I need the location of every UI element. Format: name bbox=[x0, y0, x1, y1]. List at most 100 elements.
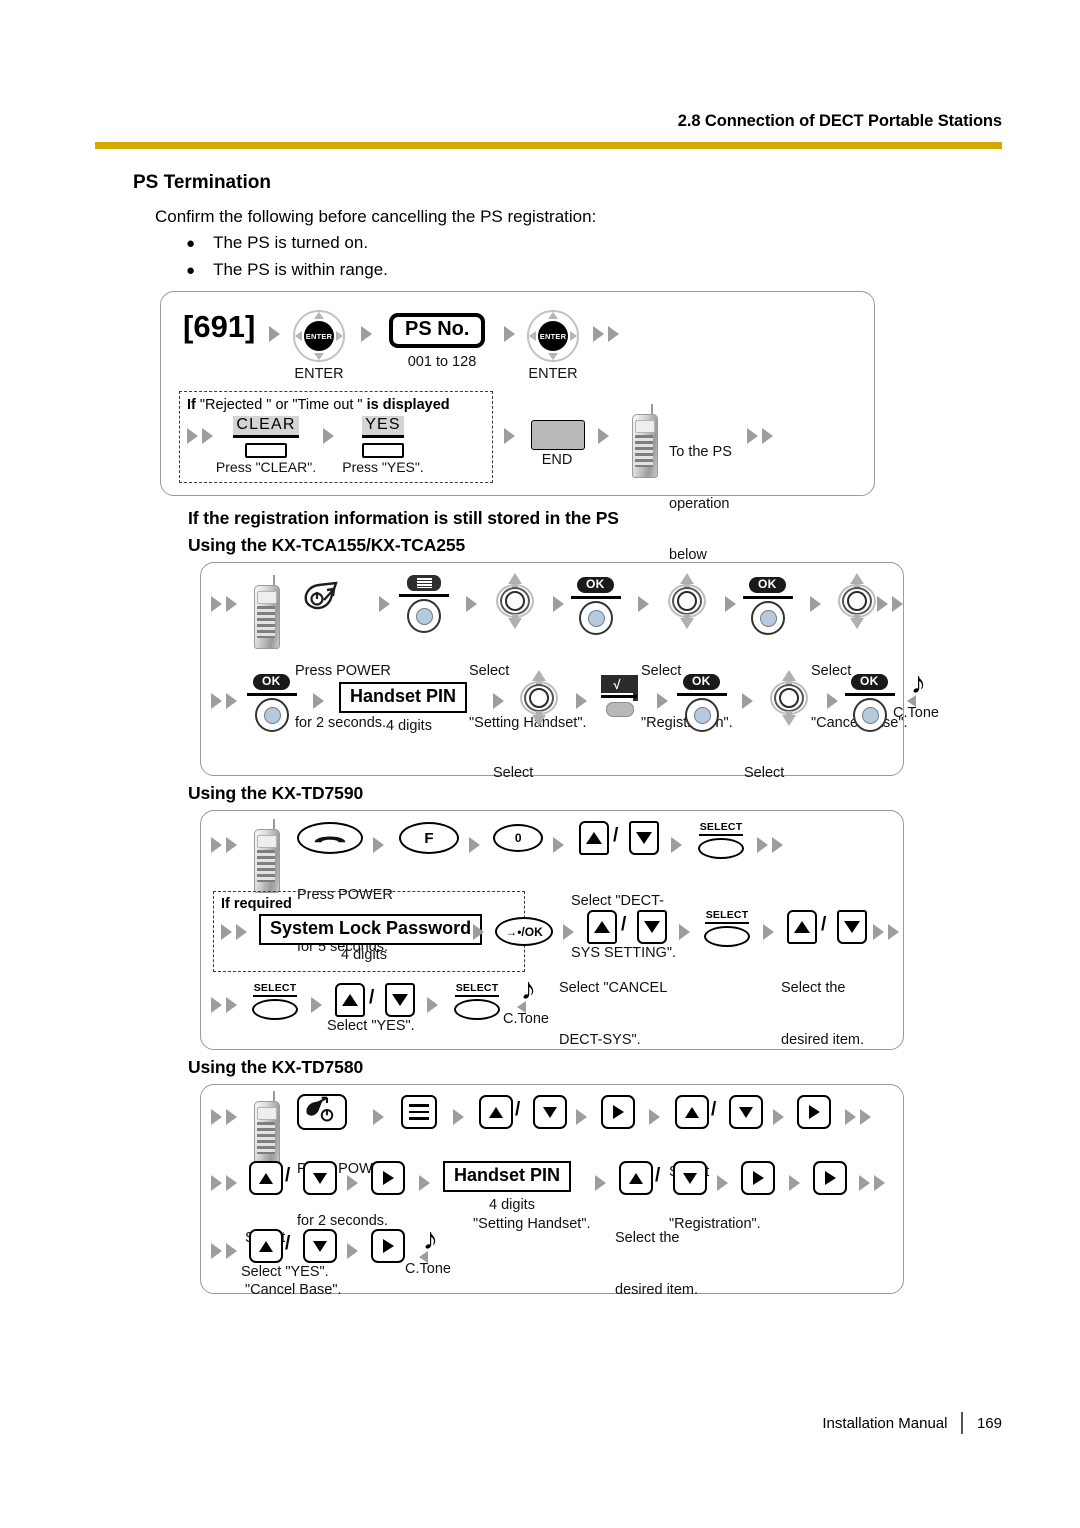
flow-arrow bbox=[845, 1109, 856, 1125]
arrow-down-icon bbox=[844, 921, 860, 933]
flow-arrow bbox=[427, 997, 438, 1013]
handset-illustration bbox=[251, 575, 281, 649]
flow-arrow bbox=[473, 924, 484, 940]
arrow-up-key bbox=[675, 1095, 709, 1129]
arrow-down-key bbox=[629, 821, 659, 855]
caption-line-1: Select the bbox=[781, 980, 846, 997]
handset-keypad bbox=[257, 850, 275, 882]
handset-screen bbox=[257, 835, 277, 848]
handset-pin-note: 4 digits bbox=[489, 1197, 535, 1213]
flow-arrow bbox=[860, 1109, 871, 1125]
flow-arrow bbox=[493, 693, 504, 709]
flow-arrow bbox=[810, 596, 821, 612]
flow-arrow bbox=[593, 326, 604, 342]
softkey-oval bbox=[454, 999, 500, 1020]
flow-arrow bbox=[226, 1109, 237, 1125]
select-key-label: SELECT bbox=[698, 821, 744, 836]
check-icon: √ bbox=[601, 675, 637, 693]
ok-key-label: OK bbox=[851, 674, 888, 691]
flow-arrow bbox=[763, 924, 774, 940]
arrow-up-key bbox=[335, 983, 365, 1017]
key-underline bbox=[247, 693, 297, 696]
flow-arrow bbox=[576, 1109, 587, 1125]
flow-arrow bbox=[226, 837, 237, 853]
flow-arrow bbox=[553, 837, 564, 853]
arrow-right-key bbox=[741, 1161, 775, 1195]
arrow-up-icon bbox=[259, 1172, 273, 1184]
handset-pin-field: Handset PIN bbox=[443, 1161, 572, 1192]
flow-arrow bbox=[269, 326, 280, 342]
nav-ring-inner bbox=[529, 688, 549, 708]
handset-illustration bbox=[629, 404, 659, 478]
arrow-right-icon bbox=[382, 1239, 394, 1253]
ps-number-field: PS No. bbox=[389, 313, 486, 348]
key-zero: 0 bbox=[493, 824, 543, 852]
arrow-up-key bbox=[579, 821, 609, 855]
bullet-text: The PS is turned on. bbox=[213, 233, 369, 252]
display-confirm-key: √ bbox=[601, 675, 641, 719]
list-item: ● The PS is within range. bbox=[186, 260, 388, 280]
flow-arrow bbox=[553, 596, 564, 612]
softkey-button bbox=[245, 443, 287, 458]
select-key-label: SELECT bbox=[704, 909, 750, 924]
display-menu-icon bbox=[407, 575, 441, 591]
flow-arrow bbox=[888, 924, 899, 940]
flow-arrow bbox=[226, 1243, 237, 1259]
flow-arrow bbox=[717, 1175, 728, 1191]
flow-arrow bbox=[211, 997, 222, 1013]
caption-line-1: Select "DECT- bbox=[571, 893, 664, 910]
arrow-down-icon bbox=[532, 715, 546, 726]
caption-line-1: Select bbox=[493, 765, 534, 782]
select-cancel-base-caption: Select "Cancel Base". bbox=[811, 629, 908, 766]
flow-arrow bbox=[657, 693, 668, 709]
function-key-f: F bbox=[399, 822, 459, 854]
document-page: 2.8 Connection of DECT Portable Stations… bbox=[0, 0, 1080, 1528]
system-lock-password-field: System Lock Password bbox=[259, 914, 483, 945]
arrow-up-icon bbox=[794, 921, 810, 933]
arrow-up-icon bbox=[586, 832, 602, 844]
arrow-right-icon bbox=[824, 1171, 836, 1185]
key-separator: / bbox=[711, 1099, 717, 1120]
softkey-button bbox=[362, 443, 404, 458]
intro-text: Confirm the following before cancelling … bbox=[155, 207, 597, 226]
softkey-oval bbox=[704, 926, 750, 947]
flow-arrow bbox=[827, 693, 838, 709]
enter-key-label: ENTER bbox=[304, 321, 334, 351]
arrow-down-icon bbox=[644, 921, 660, 933]
arrow-up-icon bbox=[685, 1106, 699, 1118]
select-softkey: SELECT bbox=[701, 905, 753, 947]
arrow-up-icon bbox=[342, 994, 358, 1006]
handset-illustration bbox=[251, 819, 281, 893]
subheading-tca: Using the KX-TCA155/KX-TCA255 bbox=[188, 535, 466, 555]
arrow-down-icon bbox=[543, 1106, 557, 1118]
yes-softkey: YES bbox=[353, 416, 413, 458]
arrow-down-icon bbox=[850, 618, 864, 629]
scroll-navigator-key bbox=[835, 573, 879, 629]
arrow-down-key bbox=[533, 1095, 567, 1129]
flow-arrow bbox=[757, 837, 768, 853]
arrow-right-key bbox=[797, 1095, 831, 1129]
key-underline bbox=[677, 693, 727, 696]
feature-code-691: [691] bbox=[183, 309, 256, 344]
if-required-heading: If required bbox=[221, 896, 292, 912]
key-separator: / bbox=[821, 914, 827, 935]
arrow-up-icon bbox=[489, 1106, 503, 1118]
flow-arrow bbox=[595, 1175, 606, 1191]
key-underline bbox=[601, 695, 637, 698]
enter-caption: ENTER bbox=[528, 366, 578, 382]
enter-key-label: ENTER bbox=[538, 321, 568, 351]
flow-arrow bbox=[725, 596, 736, 612]
flow-arrow bbox=[638, 596, 649, 612]
page-footer: Installation Manual 169 bbox=[822, 1412, 1002, 1434]
softkey-oval bbox=[252, 999, 298, 1020]
flow-arrow bbox=[226, 997, 237, 1013]
arrow-down-icon bbox=[313, 1172, 327, 1184]
flow-arrow bbox=[323, 428, 334, 444]
arrow-down-key bbox=[303, 1229, 337, 1263]
display-grid-icon bbox=[415, 577, 433, 589]
ok-key-label: OK bbox=[253, 674, 290, 691]
menu-bar-icon bbox=[409, 1110, 429, 1114]
softkey-oval bbox=[698, 838, 744, 859]
key-underline bbox=[399, 594, 449, 597]
navigator-enter-key: ENTER bbox=[527, 310, 579, 362]
